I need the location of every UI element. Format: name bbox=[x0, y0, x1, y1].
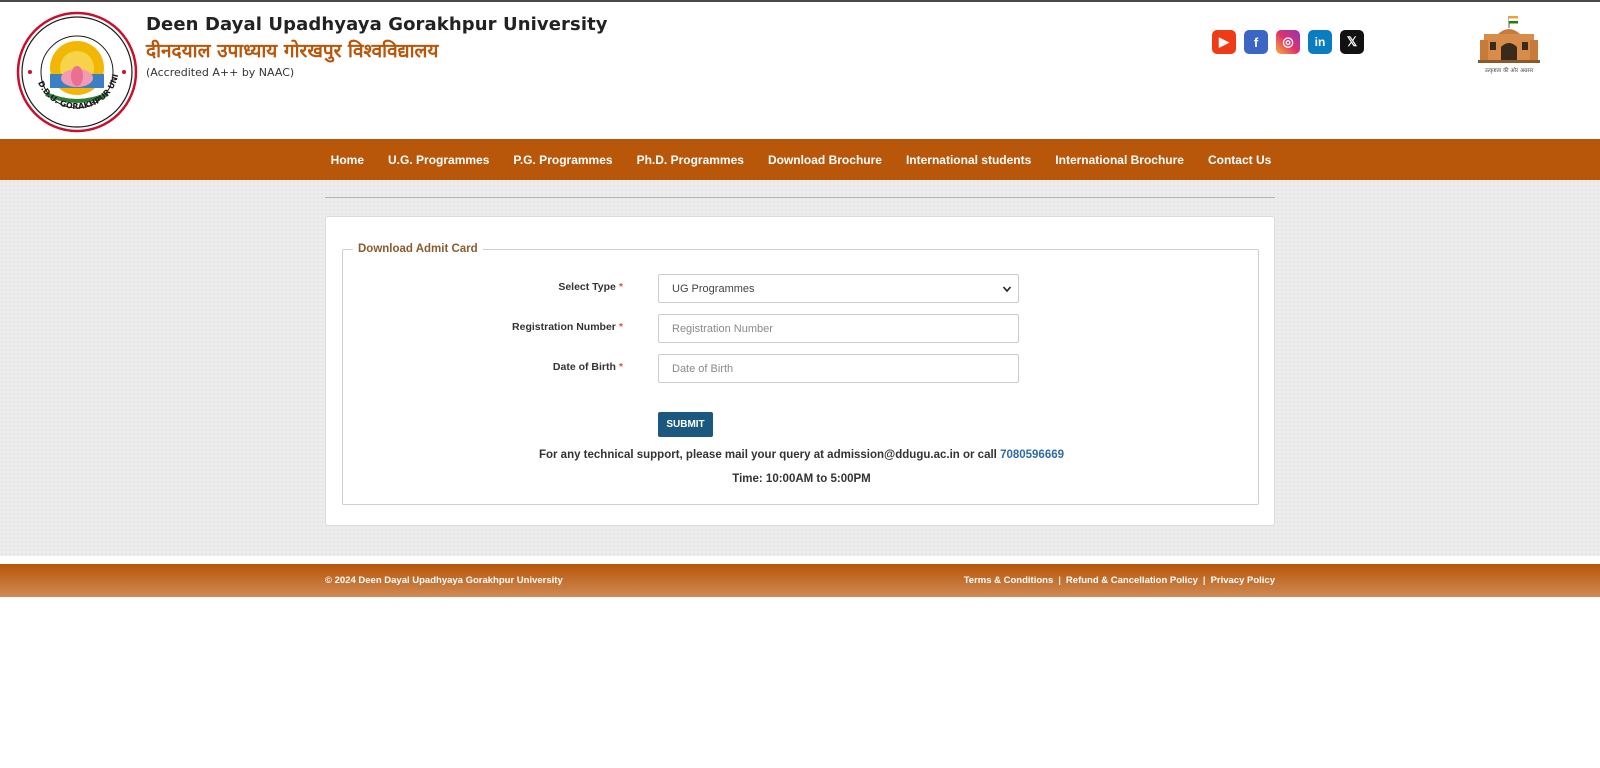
site-header: D.D.U. GORAKHPUR UNIVERSITY Deen Dayal U… bbox=[0, 2, 1600, 139]
registration-number-input[interactable]: Registration Number bbox=[658, 314, 1019, 343]
main-navigation: Home U.G. Programmes P.G. Programmes Ph.… bbox=[0, 139, 1600, 180]
date-of-birth-label: Date of Birth * bbox=[552, 361, 623, 373]
admit-card-legend: Download Admit Card bbox=[358, 243, 478, 255]
select-type-dropdown[interactable]: UG Programmes bbox=[658, 274, 1019, 303]
accreditation-text: (Accredited A++ by NAAC) bbox=[146, 66, 295, 79]
chevron-down-icon bbox=[1002, 286, 1012, 293]
nav-pg-programmes[interactable]: P.G. Programmes bbox=[501, 153, 624, 167]
admit-card-fieldset: Download Admit Card Select Type * UG Prog… bbox=[342, 243, 1259, 505]
required-marker: * bbox=[618, 321, 623, 333]
title-block: Deen Dayal Upadhyaya Gorakhpur Universit… bbox=[146, 14, 608, 79]
date-of-birth-input[interactable]: Date of Birth bbox=[658, 354, 1019, 383]
support-hours: Time: 10:00AM to 5:00PM bbox=[732, 473, 871, 485]
footer-separator: | bbox=[1058, 575, 1061, 586]
university-name-english: Deen Dayal Upadhyaya Gorakhpur Universit… bbox=[146, 14, 608, 35]
divider bbox=[325, 197, 1275, 198]
support-phone-link[interactable]: 7080596669 bbox=[1000, 449, 1064, 461]
copyright-text: © 2024 Deen Dayal Upadhyaya Gorakhpur Un… bbox=[325, 575, 563, 586]
select-type-label: Select Type * bbox=[558, 281, 623, 293]
university-logo[interactable]: D.D.U. GORAKHPUR UNIVERSITY bbox=[12, 3, 138, 134]
instagram-icon[interactable]: ◎ bbox=[1276, 30, 1300, 54]
support-text: For any technical support, please mail y… bbox=[538, 449, 997, 461]
social-links: ▶ f ◎ in 𝕏 bbox=[1212, 30, 1364, 54]
nav-download-brochure[interactable]: Download Brochure bbox=[756, 153, 894, 167]
site-footer: © 2024 Deen Dayal Upadhyaya Gorakhpur Un… bbox=[0, 564, 1600, 597]
nav-home[interactable]: Home bbox=[319, 153, 376, 167]
content-area: Download Admit Card Select Type * UG Prog… bbox=[0, 180, 1600, 556]
footer-links: Terms & Conditions | Refund & Cancellati… bbox=[964, 575, 1275, 586]
nav-contact-us[interactable]: Contact Us bbox=[1196, 153, 1283, 167]
facebook-icon[interactable]: f bbox=[1244, 30, 1268, 54]
required-marker: * bbox=[618, 281, 623, 293]
refund-cancellation-link[interactable]: Refund & Cancellation Policy bbox=[1066, 575, 1198, 586]
gate-caption: उत्कृष्टता की ओर अग्रसर bbox=[1485, 67, 1534, 74]
admit-card-panel: Download Admit Card Select Type * UG Prog… bbox=[325, 216, 1275, 526]
nav-ug-programmes[interactable]: U.G. Programmes bbox=[376, 153, 501, 167]
registration-number-label: Registration Number * bbox=[512, 321, 623, 333]
nav-phd-programmes[interactable]: Ph.D. Programmes bbox=[625, 153, 756, 167]
linkedin-icon[interactable]: in bbox=[1308, 30, 1332, 54]
nav-international-students[interactable]: International students bbox=[894, 153, 1043, 167]
select-type-value: UG Programmes bbox=[672, 282, 755, 295]
terms-conditions-link[interactable]: Terms & Conditions bbox=[964, 575, 1054, 586]
footer-separator: | bbox=[1202, 575, 1206, 586]
youtube-icon[interactable]: ▶ bbox=[1212, 30, 1236, 54]
date-of-birth-placeholder: Date of Birth bbox=[672, 362, 734, 375]
university-name-hindi: दीनदयाल उपाध्याय गोरखपुर विश्वविद्यालय bbox=[146, 40, 439, 62]
support-message: For any technical support, please mail y… bbox=[343, 449, 1260, 461]
university-gate-emblem: उत्कृष्टता की ओर अग्रसर bbox=[1476, 14, 1542, 76]
privacy-policy-link[interactable]: Privacy Policy bbox=[1211, 575, 1275, 586]
x-icon[interactable]: 𝕏 bbox=[1340, 30, 1364, 54]
nav-international-brochure[interactable]: International Brochure bbox=[1043, 153, 1196, 167]
submit-button[interactable]: SUBMIT bbox=[658, 412, 713, 437]
required-marker: * bbox=[618, 361, 623, 373]
registration-number-placeholder: Registration Number bbox=[672, 322, 773, 335]
